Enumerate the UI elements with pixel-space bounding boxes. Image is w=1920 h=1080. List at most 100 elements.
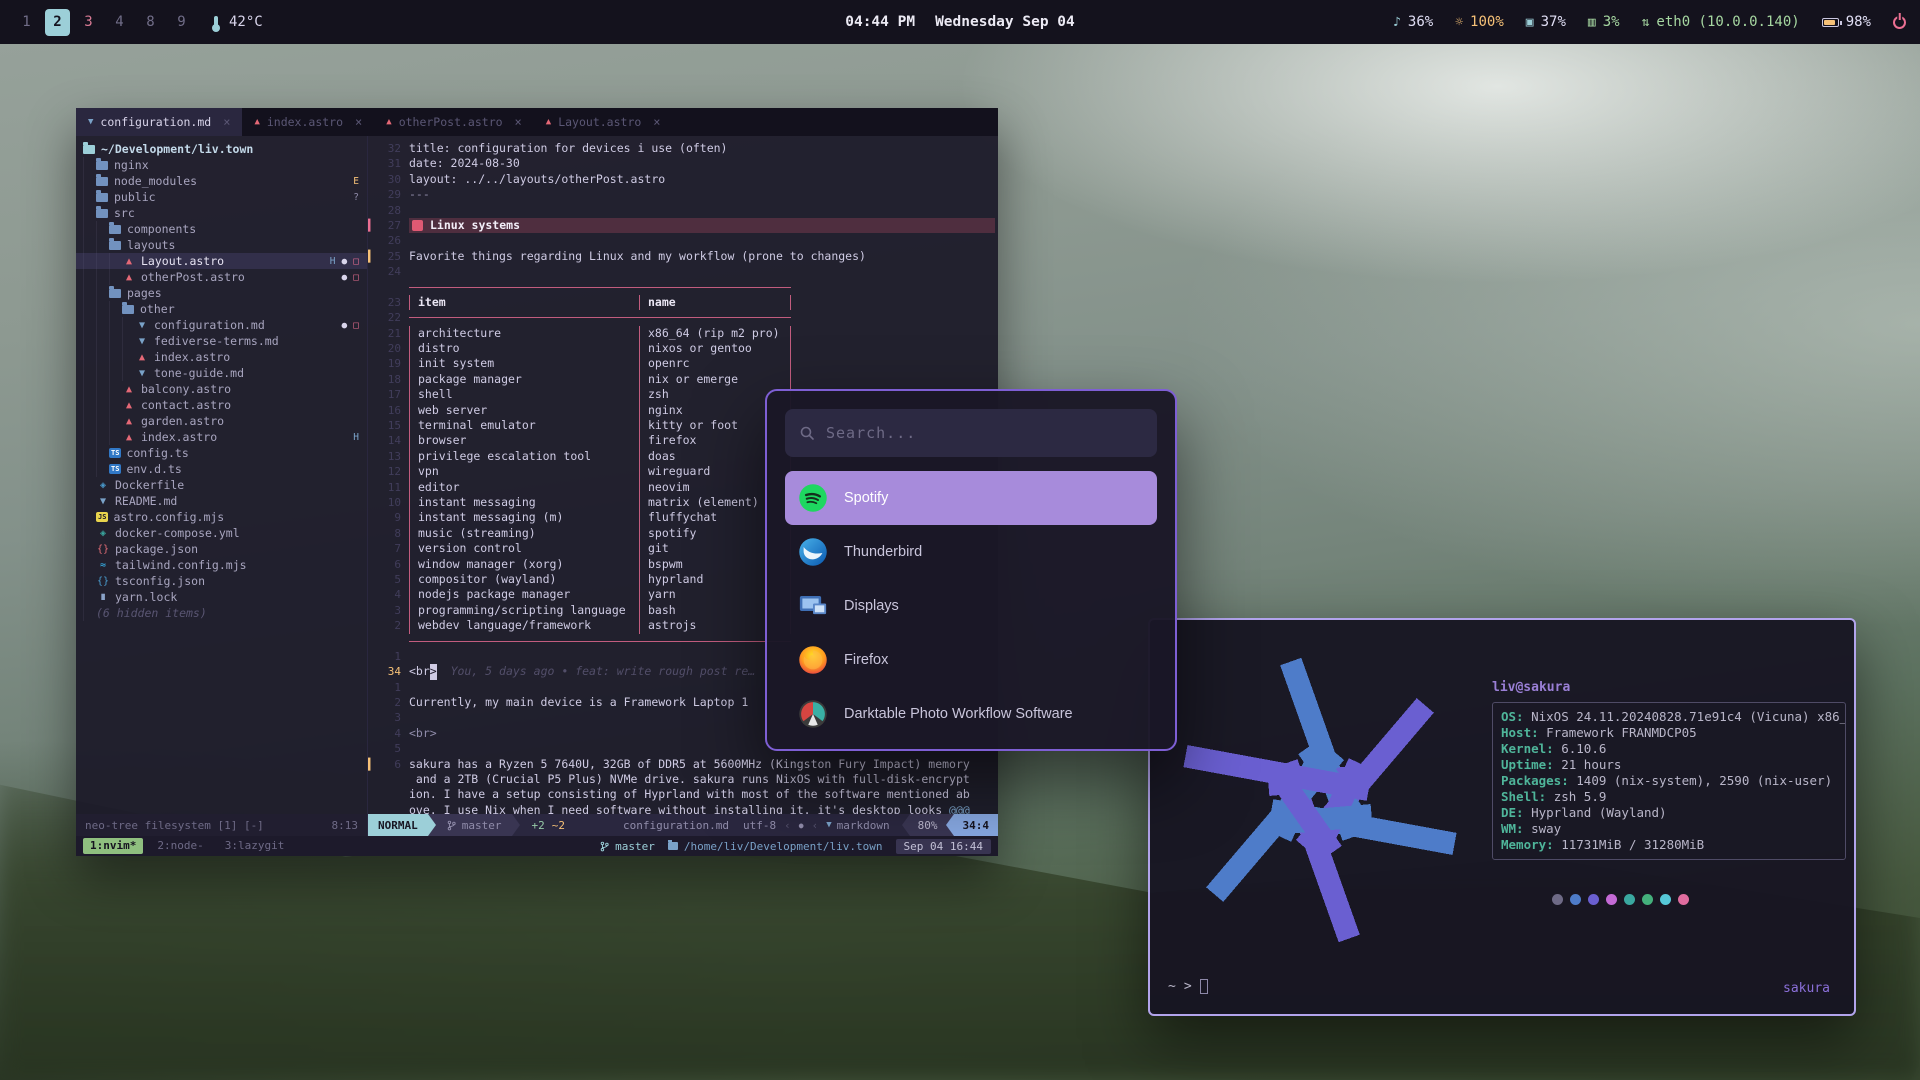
temperature-module[interactable]: 42°C [214, 14, 263, 30]
disk-module[interactable]: ▥3% [1588, 14, 1620, 30]
tree-item-layouts[interactable]: layouts [76, 237, 367, 253]
volume-module[interactable]: ♪36% [1393, 14, 1433, 30]
text: --- [409, 187, 430, 202]
close-icon[interactable]: × [223, 115, 230, 129]
tree-item-Layout.astro[interactable]: ▲Layout.astroH●□ [76, 253, 367, 269]
tree-item-src[interactable]: src [76, 205, 367, 221]
tree-item-contact.astro[interactable]: ▲contact.astro [76, 397, 367, 413]
launcher-item-thunderbird[interactable]: Thunderbird [785, 525, 1157, 579]
line-number: 25 [377, 249, 401, 264]
tree-item-otherPost.astro[interactable]: ▲otherPost.astro●□ [76, 269, 367, 285]
info-value: zsh 5.9 [1554, 789, 1607, 804]
buffer-line[interactable]: 29--- [368, 187, 998, 202]
workspace-9[interactable]: 9 [169, 9, 194, 36]
launcher-item-firefox[interactable]: Firefox [785, 633, 1157, 687]
info-value: Hyprland (Wayland) [1531, 805, 1666, 820]
tree-item-fediverse-terms.md[interactable]: ▼fediverse-terms.md [76, 333, 367, 349]
tree-item-yarn.lock[interactable]: ∎yarn.lock [76, 589, 367, 605]
buffer-line[interactable]: ▍27Linux systems [368, 218, 998, 233]
buffer-line[interactable]: 24 [368, 264, 998, 279]
tree-item-components[interactable]: components [76, 221, 367, 237]
line-number: 5 [377, 572, 401, 587]
buffer-line[interactable]: 31date: 2024-08-30 [368, 156, 998, 171]
buffer-line[interactable]: 21architecturex86_64 (rip m2 pro) [368, 326, 998, 341]
gutter-sign [368, 772, 377, 787]
info-label: DE: [1501, 805, 1531, 820]
volume-icon: ♪ [1393, 15, 1401, 30]
terminal-window[interactable]: liv@sakura OS: NixOS 24.11.20240828.71e9… [1148, 618, 1856, 1016]
buffer-line[interactable]: 23itemname [368, 295, 998, 310]
launcher-item-spotify[interactable]: Spotify [785, 471, 1157, 525]
buffer-line[interactable]: 19init systemopenrc [368, 356, 998, 371]
launcher-item-darktable-photo-workflow-software[interactable]: Darktable Photo Workflow Software [785, 687, 1157, 741]
tree-item-package.json[interactable]: {}package.json [76, 541, 367, 557]
buffer-line[interactable]: 20distronixos or gentoo [368, 341, 998, 356]
brightness-module[interactable]: ☼100% [1455, 14, 1504, 30]
line-number: 1 [377, 680, 401, 695]
tree-item-other[interactable]: other [76, 301, 367, 317]
launcher-item-displays[interactable]: Displays [785, 579, 1157, 633]
workspace-2[interactable]: 2 [45, 9, 70, 36]
workspace-8[interactable]: 8 [138, 9, 163, 36]
tmux-window-2-node-[interactable]: 2:node- [150, 838, 210, 854]
buffer-line[interactable]: ▍6sakura has a Ryzen 5 7640U, 32GB of DD… [368, 757, 998, 772]
tree-item-configuration.md[interactable]: ▼configuration.md●□ [76, 317, 367, 333]
tab-Layout.astro[interactable]: ▲Layout.astro× [534, 108, 673, 136]
tree-item-env.d.ts[interactable]: TSenv.d.ts [76, 461, 367, 477]
buffer-line[interactable]: 26 [368, 233, 998, 248]
close-icon[interactable]: × [355, 115, 362, 129]
tree-item-pages[interactable]: pages [76, 285, 367, 301]
tree-item-tone-guide.md[interactable]: ▼tone-guide.md [76, 365, 367, 381]
tmux-window-3-lazygit[interactable]: 3:lazygit [218, 838, 292, 854]
buffer-line[interactable]: ion. I have a setup consisting of Hyprla… [368, 787, 998, 802]
network-module[interactable]: ⇅eth0 (10.0.0.140) [1642, 14, 1800, 30]
tree-item-Dockerfile[interactable]: ◈Dockerfile [76, 477, 367, 493]
tree-item-tailwind.config.mjs[interactable]: ≈tailwind.config.mjs [76, 557, 367, 573]
shell-prompt[interactable]: ~ > [1168, 979, 1208, 994]
tree-item-index.astro[interactable]: ▲index.astroH [76, 429, 367, 445]
tree-item-tsconfig.json[interactable]: {}tsconfig.json [76, 573, 367, 589]
buffer-line[interactable]: 22 [368, 310, 998, 325]
tree-item-config.ts[interactable]: TSconfig.ts [76, 445, 367, 461]
tree-item-garden.astro[interactable]: ▲garden.astro [76, 413, 367, 429]
table-row: itemname [409, 295, 791, 310]
workspace-4[interactable]: 4 [107, 9, 132, 36]
buffer-line[interactable]: ▍25Favorite things regarding Linux and m… [368, 249, 998, 264]
tab-configuration.md[interactable]: ▼configuration.md× [76, 108, 242, 136]
cpu-module[interactable]: ▣37% [1526, 14, 1566, 30]
tree-item-balcony.astro[interactable]: ▲balcony.astro [76, 381, 367, 397]
tree-item-node_modules[interactable]: node_modulesE [76, 173, 367, 189]
buffer-line[interactable]: and a 2TB (Crucial P5 Plus) NVMe drive. … [368, 772, 998, 787]
tree-item-public[interactable]: public? [76, 189, 367, 205]
buffer-line[interactable]: 28 [368, 203, 998, 218]
workspace-3[interactable]: 3 [76, 9, 101, 36]
battery-icon [1822, 18, 1839, 27]
buffer-line[interactable] [368, 280, 998, 295]
buffer-line[interactable]: ove. I use Nix when I need software with… [368, 803, 998, 814]
close-icon[interactable]: × [653, 115, 660, 129]
close-icon[interactable]: × [515, 115, 522, 129]
table-border-line [409, 641, 791, 642]
battery-module[interactable]: 98% [1822, 14, 1871, 30]
tree-item-index.astro[interactable]: ▲index.astro [76, 349, 367, 365]
launcher-search[interactable]: Search... [785, 409, 1157, 457]
clock[interactable]: 04:44 PM Wednesday Sep 04 [845, 14, 1075, 30]
tab-otherPost.astro[interactable]: ▲otherPost.astro× [374, 108, 534, 136]
buffer-line[interactable]: 32title: configuration for devices i use… [368, 141, 998, 156]
tab-index.astro[interactable]: ▲index.astro× [242, 108, 374, 136]
tree-item--6-hidden-items-[interactable]: (6 hidden items) [76, 605, 367, 621]
tree-item-~-Development-liv.town[interactable]: ~/Development/liv.town [76, 141, 367, 157]
tree-item-nginx[interactable]: nginx [76, 157, 367, 173]
workspace-1[interactable]: 1 [14, 9, 39, 36]
tree-item-README.md[interactable]: ▼README.md [76, 493, 367, 509]
tree-item-astro.config.mjs[interactable]: JSastro.config.mjs [76, 509, 367, 525]
neo-tree-panel[interactable]: ~/Development/liv.townnginxnode_modulesE… [76, 136, 368, 814]
power-icon[interactable] [1893, 16, 1906, 29]
buffer-line[interactable]: 18package managernix or emerge [368, 372, 998, 387]
tmux-window-1-nvim-[interactable]: 1:nvim* [83, 838, 143, 854]
gutter-sign [368, 787, 377, 802]
battery-value: 98% [1846, 14, 1871, 30]
power-module[interactable] [1893, 16, 1906, 29]
tree-item-docker-compose.yml[interactable]: ◈docker-compose.yml [76, 525, 367, 541]
buffer-line[interactable]: 30layout: ../../layouts/otherPost.astro [368, 172, 998, 187]
